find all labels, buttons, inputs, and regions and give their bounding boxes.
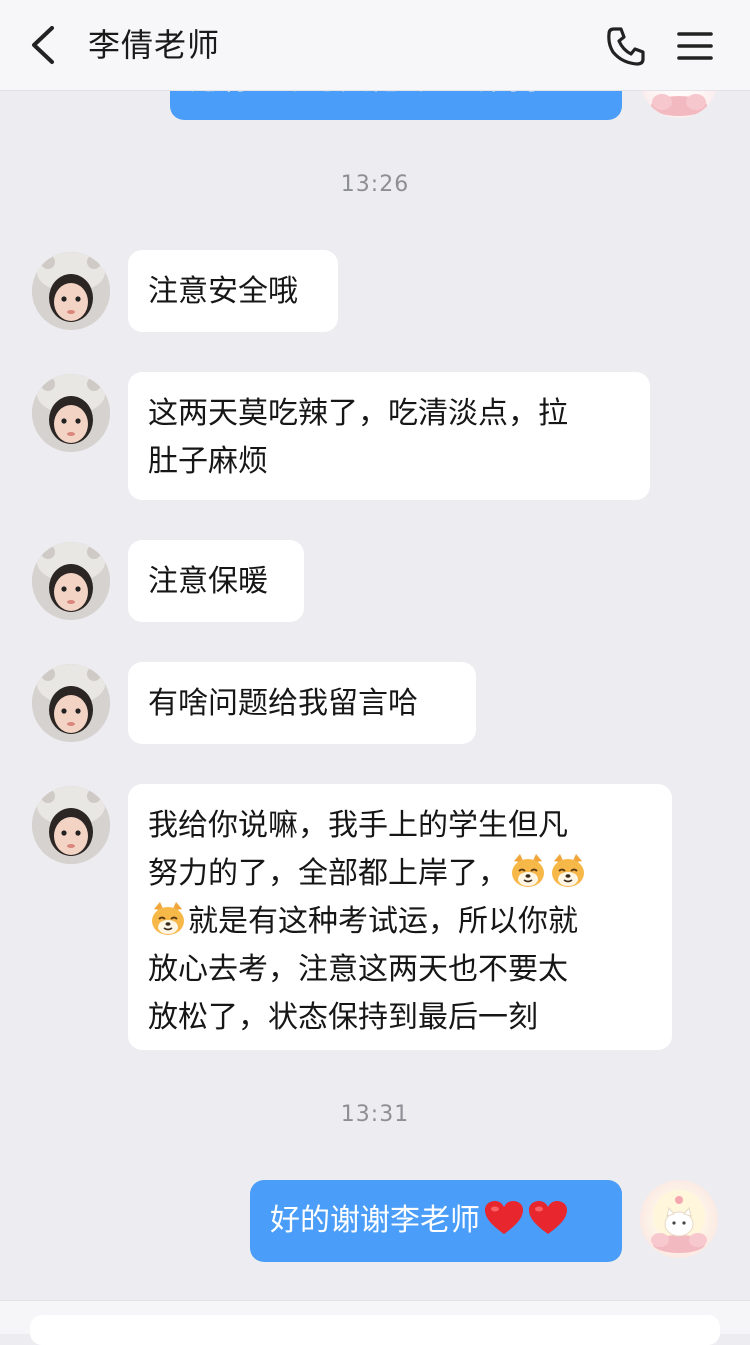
timestamp: 13:31 [340, 1102, 410, 1127]
received-message-bubble[interactable]: 注意保暖 [128, 540, 304, 622]
message-text: 注意安全哦 [148, 274, 298, 309]
message-text-line: 肚子麻烦 [148, 444, 268, 479]
chat-header: 李倩老师 [0, 0, 750, 91]
red-heart-emoji-icon [485, 1201, 523, 1234]
message-text: 注意保暖 [148, 564, 268, 599]
teacher-avatar[interactable] [32, 374, 110, 452]
received-message-bubble[interactable]: 这两天莫吃辣了，吃清淡点，拉 肚子麻烦 [128, 372, 650, 500]
teacher-avatar[interactable] [32, 252, 110, 330]
teacher-avatar[interactable] [32, 542, 110, 620]
my-avatar[interactable] [640, 1180, 718, 1258]
menu-button[interactable] [672, 26, 718, 66]
child-avatar-icon [32, 252, 110, 330]
smiling-dog-emoji-icon [552, 854, 584, 887]
child-avatar-icon [32, 786, 110, 864]
message-text-line-with-emoji: 就是有这种考试运，所以你就 [148, 898, 652, 946]
back-button[interactable] [22, 22, 66, 68]
received-message-bubble[interactable]: 我给你说嘛，我手上的学生但凡 努力的了，全部都上岸了， 就是有这种考试运，所以你… [128, 784, 672, 1050]
teacher-avatar[interactable] [32, 664, 110, 742]
received-message-bubble[interactable]: 有啥问题给我留言哈 [128, 662, 476, 744]
red-heart-emoji-icon [529, 1201, 567, 1234]
message-input[interactable] [30, 1315, 720, 1345]
cat-on-lotus-avatar-icon [651, 1190, 707, 1253]
message-text: 有啥问题给我留言哈 [148, 686, 418, 721]
message-text: 好的谢谢李老师 [270, 1203, 480, 1238]
call-button[interactable] [604, 24, 648, 68]
teacher-avatar[interactable] [32, 786, 110, 864]
message-text-line-with-emoji: 努力的了，全部都上岸了， [148, 850, 652, 898]
sent-message-bubble[interactable]: 好的谢谢李老师 [250, 1180, 622, 1262]
chat-title: 李倩老师 [88, 26, 221, 64]
message-text-line: 我给你说嘛，我手上的学生但凡 [148, 808, 568, 843]
child-avatar-icon [32, 374, 110, 452]
smiling-dog-emoji-icon [152, 902, 184, 935]
child-avatar-icon [32, 542, 110, 620]
message-text-line: 放心去考，注意这两天也不要太 [148, 952, 568, 987]
input-bar [0, 1300, 750, 1345]
timestamp: 13:26 [340, 172, 410, 197]
smiling-dog-emoji-icon [512, 854, 544, 887]
message-text-line: 这两天莫吃辣了，吃清淡点，拉 [148, 396, 568, 431]
received-message-bubble[interactable]: 注意安全哦 [128, 250, 338, 332]
menu-icon [677, 32, 713, 60]
message-text: 就是有这种考试运，所以你就 [188, 904, 578, 939]
child-avatar-icon [32, 664, 110, 742]
message-text-line: 放松了，状态保持到最后一刻 [148, 1000, 538, 1035]
message-text: 努力的了，全部都上岸了， [148, 856, 508, 891]
chevron-left-icon [32, 26, 54, 64]
phone-icon [607, 27, 645, 66]
